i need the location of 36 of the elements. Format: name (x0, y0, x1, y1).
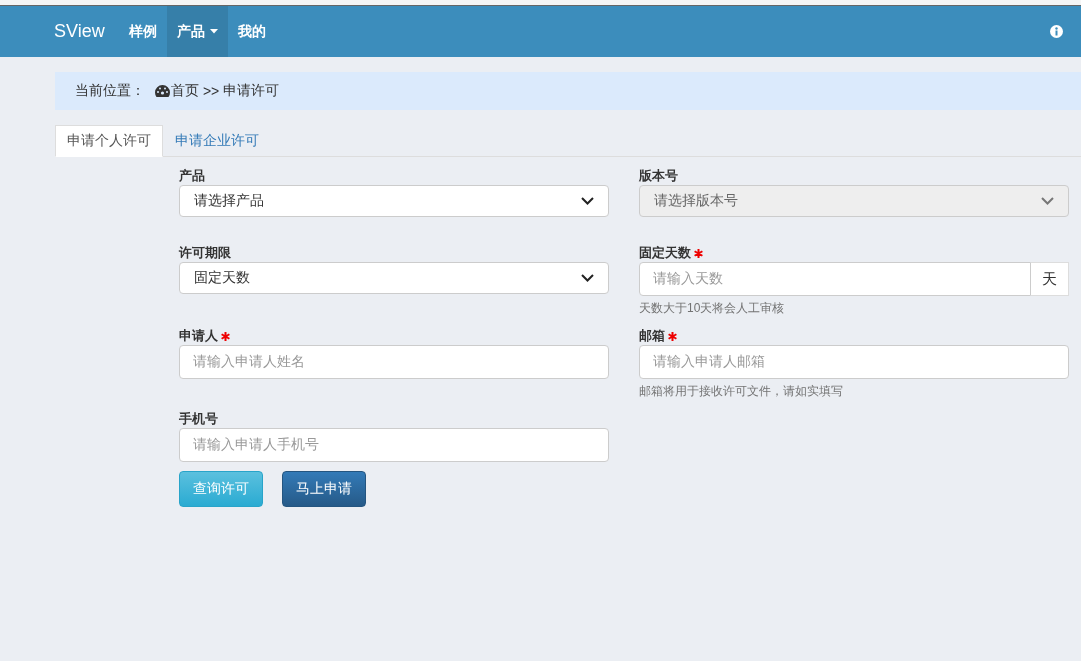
field-label: 手机号 (179, 410, 218, 428)
input-field[interactable]: 请输入申请人手机号 (179, 428, 609, 462)
field-label: 固定天数 (639, 244, 691, 262)
asterisk-icon (694, 248, 703, 258)
dashboard-icon (155, 85, 170, 97)
help-text: 天数大于10天将会人工审核 (639, 300, 786, 317)
input-field[interactable]: 请输入天数 (639, 262, 1031, 296)
brand-title[interactable]: SView (54, 6, 105, 57)
nav-item[interactable]: 我的 (227, 6, 276, 57)
tab[interactable]: 申请企业许可 (163, 125, 271, 157)
asterisk-icon (221, 331, 230, 341)
breadcrumb-separator: >> (201, 83, 221, 99)
field-label: 产品 (179, 167, 205, 185)
unit-addon: 天 (1031, 262, 1069, 296)
info-icon[interactable] (1050, 25, 1063, 38)
help-text: 邮箱将用于接收许可文件，请如实填写 (639, 383, 844, 400)
query-button[interactable]: 查询许可 (179, 471, 263, 507)
breadcrumb-label: 当前位置： (75, 82, 145, 100)
nav-item[interactable]: 样例 (118, 6, 167, 57)
chevron-down-icon (581, 274, 594, 282)
field-label: 邮箱 (639, 327, 665, 345)
nav-item[interactable]: 产品 (166, 6, 228, 57)
chevron-down-icon (1041, 197, 1054, 205)
field-label: 许可期限 (179, 244, 231, 262)
select-field[interactable]: 固定天数 (179, 262, 609, 294)
home-link[interactable]: 首页 (155, 82, 199, 100)
select-field[interactable]: 请选择产品 (179, 185, 609, 217)
tab[interactable]: 申请个人许可 (55, 125, 163, 157)
field-label: 版本号 (639, 167, 678, 185)
chevron-down-icon (581, 197, 594, 205)
breadcrumb-current: 申请许可 (223, 82, 280, 100)
input-field[interactable]: 请输入申请人姓名 (179, 345, 609, 379)
apply-button[interactable]: 马上申请 (282, 471, 366, 507)
input-field[interactable]: 请输入申请人邮箱 (639, 345, 1069, 379)
field-label: 申请人 (179, 327, 218, 345)
asterisk-icon (668, 331, 677, 341)
